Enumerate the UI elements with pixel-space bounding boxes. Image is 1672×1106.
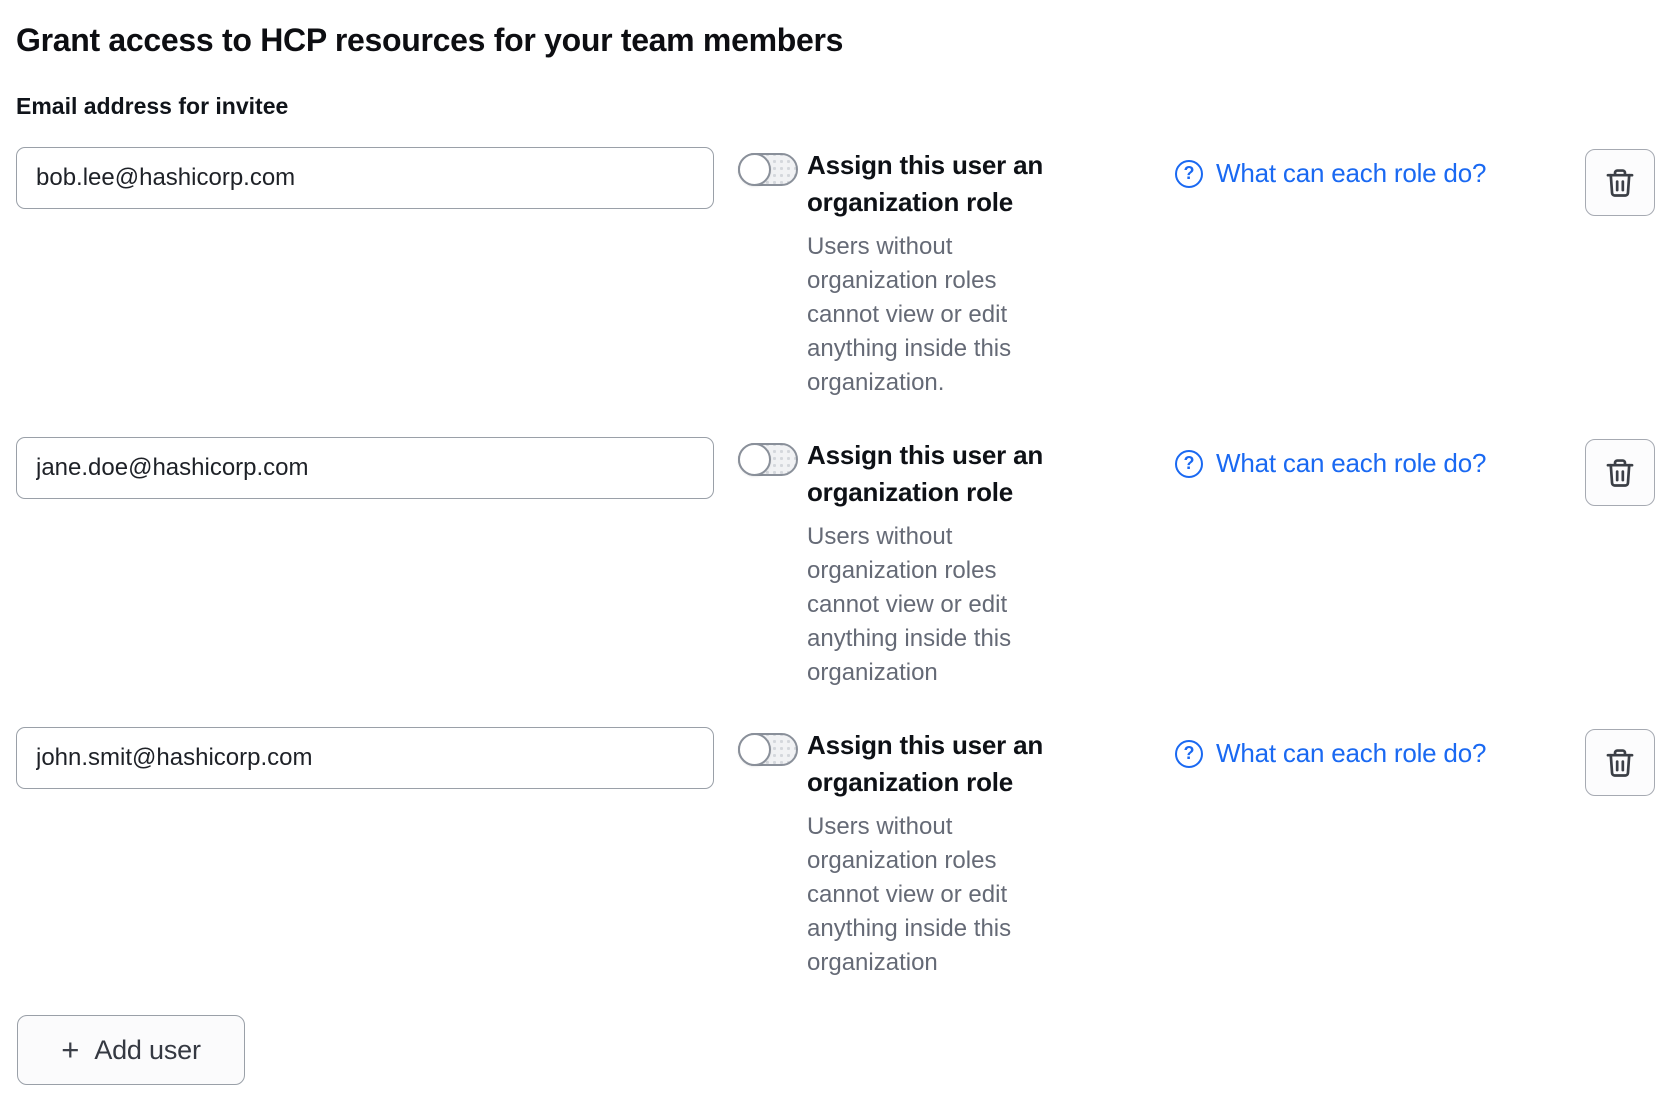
org-role-toggle[interactable] <box>738 443 798 476</box>
role-description: Assign this user an organization role Us… <box>807 437 1075 690</box>
email-input[interactable] <box>16 727 714 789</box>
role-helper-text: Users without organization roles cannot … <box>807 230 1075 400</box>
role-info-link[interactable]: ? What can each role do? <box>1175 158 1486 189</box>
help-icon: ? <box>1175 450 1203 478</box>
role-info-link-label: What can each role do? <box>1216 158 1486 189</box>
org-role-toggle[interactable] <box>738 153 798 186</box>
role-toggle-label: Assign this user an organization role <box>807 147 1075 221</box>
toggle-knob-icon <box>738 733 771 766</box>
toggle-knob-icon <box>738 443 771 476</box>
email-address-label: Email address for invitee <box>16 92 1655 120</box>
plus-icon: + <box>61 1034 79 1065</box>
help-icon: ? <box>1175 740 1203 768</box>
delete-row-button[interactable] <box>1585 439 1655 506</box>
invite-row: Assign this user an organization role Us… <box>16 437 1655 690</box>
page-title: Grant access to HCP resources for your t… <box>16 20 1655 60</box>
trash-icon <box>1603 456 1637 490</box>
role-info-link[interactable]: ? What can each role do? <box>1175 738 1486 769</box>
invite-users-form: Grant access to HCP resources for your t… <box>0 0 1672 1085</box>
email-input[interactable] <box>16 437 714 499</box>
role-description: Assign this user an organization role Us… <box>807 727 1075 980</box>
add-user-button[interactable]: + Add user <box>17 1015 245 1085</box>
role-info-link[interactable]: ? What can each role do? <box>1175 448 1486 479</box>
role-toggle-label: Assign this user an organization role <box>807 727 1075 801</box>
role-helper-text: Users without organization roles cannot … <box>807 520 1075 690</box>
help-icon: ? <box>1175 160 1203 188</box>
add-user-button-label: Add user <box>94 1035 200 1066</box>
role-toggle-label: Assign this user an organization role <box>807 437 1075 511</box>
invite-row: Assign this user an organization role Us… <box>16 147 1655 400</box>
role-info-link-label: What can each role do? <box>1216 738 1486 769</box>
org-role-toggle[interactable] <box>738 733 798 766</box>
delete-row-button[interactable] <box>1585 729 1655 796</box>
toggle-knob-icon <box>738 153 771 186</box>
email-input[interactable] <box>16 147 714 209</box>
role-info-link-label: What can each role do? <box>1216 448 1486 479</box>
role-helper-text: Users without organization roles cannot … <box>807 810 1075 980</box>
invite-row: Assign this user an organization role Us… <box>16 727 1655 980</box>
trash-icon <box>1603 166 1637 200</box>
trash-icon <box>1603 746 1637 780</box>
delete-row-button[interactable] <box>1585 149 1655 216</box>
role-description: Assign this user an organization role Us… <box>807 147 1075 400</box>
